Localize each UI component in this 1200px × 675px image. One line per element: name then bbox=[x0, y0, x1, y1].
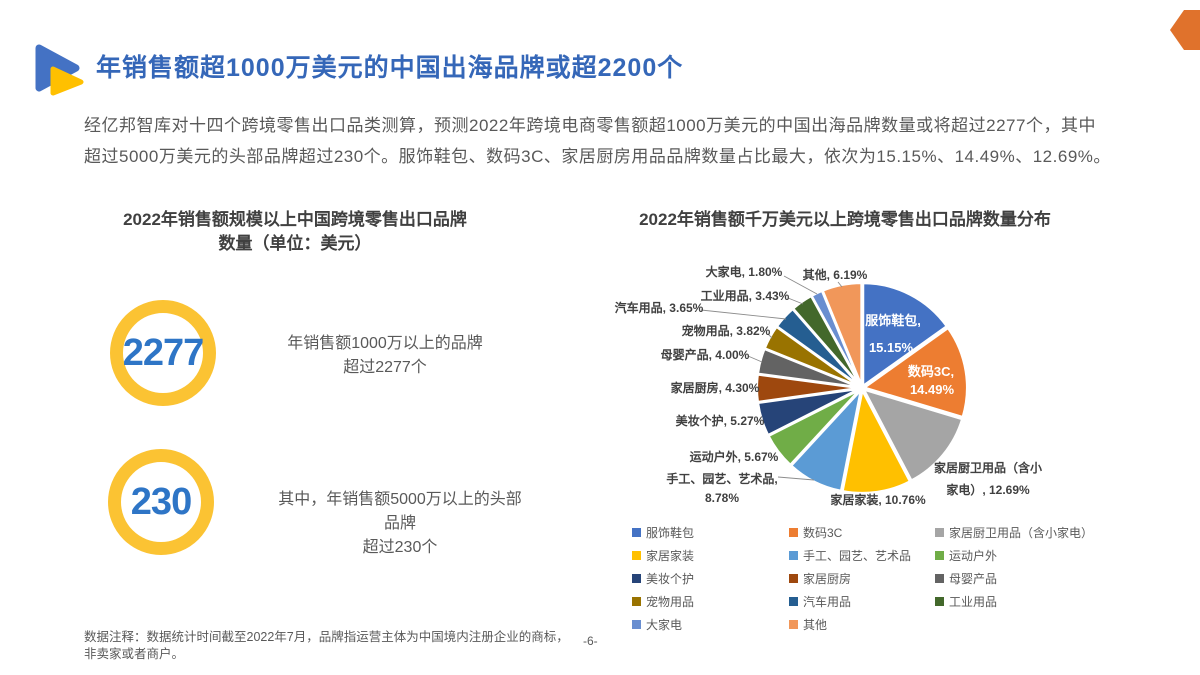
legend-item-宠物用品: 宠物用品 bbox=[632, 590, 789, 613]
legend-label: 家居家装 bbox=[646, 547, 694, 564]
pie-legend: 服饰鞋包 数码3C 家居厨卫用品（含小家电） 家居家装 手工、园艺、艺术品 运动户外美妆个… bbox=[632, 521, 1115, 636]
legend-item-数码3C: 数码3C bbox=[789, 521, 935, 544]
legend-item-其他: 其他 bbox=[789, 613, 935, 636]
legend-item-家居厨房: 家居厨房 bbox=[789, 567, 935, 590]
intro-paragraph: 经亿邦智库对十四个跨境零售出口品类测算，预测2022年跨境电商零售额超1000万… bbox=[84, 110, 1134, 172]
legend-swatch-icon bbox=[789, 574, 798, 583]
legend-item-服饰鞋包: 服饰鞋包 bbox=[632, 521, 789, 544]
page-title: 年销售额超1000万美元的中国出海品牌或超2200个 bbox=[96, 48, 683, 84]
legend-label: 运动户外 bbox=[949, 547, 997, 564]
pie-chart: 服饰鞋包, 15.15% 数码3C, 14.49% 家居厨卫用品（含小家电）, 12.6… bbox=[600, 248, 1180, 518]
stat-value-230: 230 bbox=[131, 481, 191, 524]
pie-label-手工、园艺、艺术品: 8.78% bbox=[705, 491, 739, 505]
pie-label-家居厨卫用品（含小家电）: 家居厨卫用品（含小 bbox=[934, 460, 1042, 475]
legend-swatch-icon bbox=[935, 574, 944, 583]
legend-swatch-icon bbox=[789, 620, 798, 629]
legend-item-家居家装: 家居家装 bbox=[632, 544, 789, 567]
pie-label-美妆个护: 美妆个护, 5.27% bbox=[676, 413, 765, 428]
legend-label: 手工、园艺、艺术品 bbox=[803, 547, 911, 564]
left-chart-title-line1: 2022年销售额规模以上中国跨境零售出口品牌 bbox=[123, 210, 467, 229]
pie-label-服饰鞋包: 15.15% bbox=[869, 340, 914, 355]
pie-label-工业用品: 工业用品, 3.43% bbox=[701, 288, 790, 303]
legend-item-家居厨卫用品（含小家电）: 家居厨卫用品（含小家电） bbox=[935, 521, 1115, 544]
legend-item-汽车用品: 汽车用品 bbox=[789, 590, 935, 613]
stat-ring-2277: 2277 bbox=[110, 300, 216, 406]
legend-item-工业用品: 工业用品 bbox=[935, 590, 1115, 613]
pie-label-其他: 其他, 6.19% bbox=[803, 267, 868, 282]
legend-label: 数码3C bbox=[803, 524, 842, 541]
pie-label-运动户外: 运动户外, 5.67% bbox=[690, 449, 779, 464]
legend-label: 家居厨房 bbox=[803, 570, 851, 587]
intro-line-2: 超过5000万美元的头部品牌超过230个。服饰鞋包、数码3C、家居厨房用品品牌数… bbox=[84, 147, 1111, 166]
pie-label-汽车用品: 汽车用品, 3.65% bbox=[615, 300, 704, 315]
left-chart-title: 2022年销售额规模以上中国跨境零售出口品牌 数量（单位：美元） bbox=[80, 208, 510, 256]
play-triangles-icon bbox=[34, 44, 90, 96]
label-leader-line bbox=[701, 310, 786, 319]
pie-label-大家电: 大家电, 1.80% bbox=[706, 264, 783, 279]
pie-label-家居家装: 家居家装, 10.76% bbox=[830, 492, 926, 507]
legend-label: 服饰鞋包 bbox=[646, 524, 694, 541]
legend-swatch-icon bbox=[935, 528, 944, 537]
legend-swatch-icon bbox=[632, 551, 641, 560]
pie-label-数码3C: 14.49% bbox=[910, 382, 955, 397]
legend-label: 家居厨卫用品（含小家电） bbox=[949, 524, 1093, 541]
legend-swatch-icon bbox=[632, 574, 641, 583]
legend-label: 汽车用品 bbox=[803, 593, 851, 610]
legend-item-大家电: 大家电 bbox=[632, 613, 789, 636]
legend-item-美妆个护: 美妆个护 bbox=[632, 567, 789, 590]
legend-swatch-icon bbox=[789, 551, 798, 560]
pie-label-家居厨卫用品（含小家电）: 家电）, 12.69% bbox=[946, 482, 1030, 497]
legend-swatch-icon bbox=[789, 528, 798, 537]
stat-value-2277: 2277 bbox=[123, 332, 204, 375]
legend-label: 大家电 bbox=[646, 616, 682, 633]
legend-swatch-icon bbox=[935, 551, 944, 560]
pie-label-家居厨房: 家居厨房, 4.30% bbox=[671, 380, 760, 395]
legend-swatch-icon bbox=[789, 597, 798, 606]
slide: 年销售额超1000万美元的中国出海品牌或超2200个 经亿邦智库对十四个跨境零售… bbox=[0, 0, 1200, 675]
pie-label-服饰鞋包: 服饰鞋包, bbox=[865, 313, 921, 328]
legend-label: 工业用品 bbox=[949, 593, 997, 610]
stat-desc-2277: 年销售额1000万以上的品牌 超过2277个 bbox=[265, 332, 505, 380]
hexagon-decoration bbox=[1170, 10, 1200, 50]
intro-line-1: 经亿邦智库对十四个跨境零售出口品类测算，预测2022年跨境电商零售额超1000万… bbox=[84, 116, 1096, 135]
pie-label-手工、园艺、艺术品: 手工、园艺、艺术品, bbox=[666, 471, 777, 486]
page-number: -6- bbox=[583, 634, 598, 648]
legend-label: 宠物用品 bbox=[646, 593, 694, 610]
right-chart-title: 2022年销售额千万美元以上跨境零售出口品牌数量分布 bbox=[615, 208, 1075, 232]
legend-label: 美妆个护 bbox=[646, 570, 694, 587]
legend-item-手工、园艺、艺术品: 手工、园艺、艺术品 bbox=[789, 544, 935, 567]
legend-swatch-icon bbox=[935, 597, 944, 606]
pie-label-宠物用品: 宠物用品, 3.82% bbox=[682, 323, 771, 338]
legend-item-母婴产品: 母婴产品 bbox=[935, 567, 1115, 590]
legend-label: 其他 bbox=[803, 616, 827, 633]
pie-label-母婴产品: 母婴产品, 4.00% bbox=[661, 347, 750, 362]
legend-swatch-icon bbox=[632, 597, 641, 606]
pie-label-数码3C: 数码3C, bbox=[908, 364, 954, 379]
stat-desc-230: 其中，年销售额5000万以上的头部 品牌 超过230个 bbox=[270, 488, 530, 560]
stat-ring-230: 230 bbox=[108, 449, 214, 555]
left-chart-title-line2: 数量（单位：美元） bbox=[219, 234, 372, 253]
legend-item-运动户外: 运动户外 bbox=[935, 544, 1115, 567]
legend-swatch-icon bbox=[632, 528, 641, 537]
legend-label: 母婴产品 bbox=[949, 570, 997, 587]
legend-swatch-icon bbox=[632, 620, 641, 629]
footer-note: 数据注释：数据统计时间截至2022年7月，品牌指运营主体为中国境内注册企业的商标… bbox=[84, 629, 614, 663]
